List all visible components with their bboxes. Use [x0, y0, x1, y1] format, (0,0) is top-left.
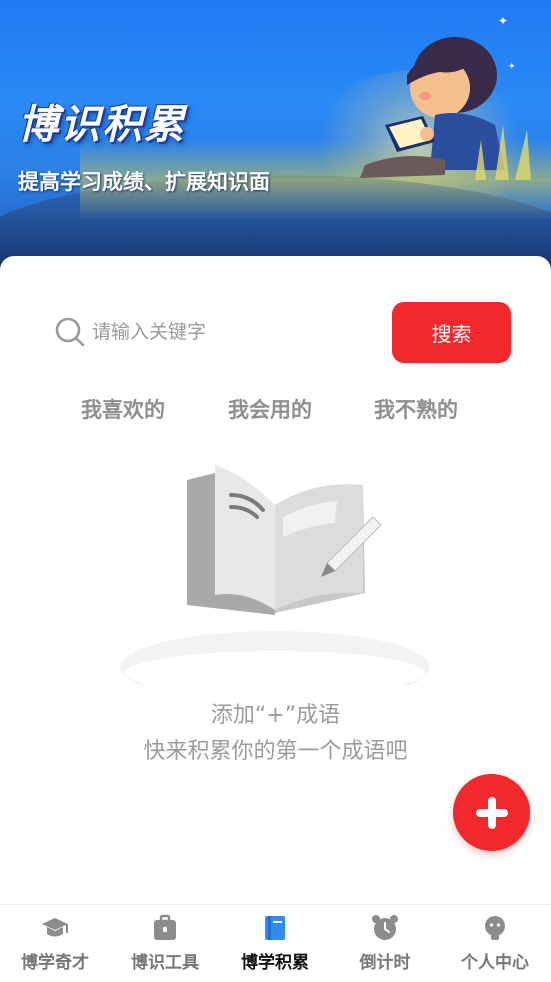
empty-book-illustration: [120, 465, 430, 685]
empty-state-title: 添加“+”成语: [210, 703, 341, 728]
search-button[interactable]: 搜索: [392, 302, 511, 363]
banner-subtitle: 提高学习成绩、扩展知识面: [18, 170, 270, 194]
search-input[interactable]: [92, 316, 382, 348]
nav-label: 博学奇才: [21, 953, 89, 973]
filter-tabs: 我喜欢的 我会用的 我不熟的: [0, 394, 551, 434]
add-idiom-button[interactable]: [453, 774, 530, 851]
nav-item-countdown[interactable]: 倒计时: [330, 905, 440, 982]
graduation-cap-icon: [42, 918, 68, 937]
nav-item-tools[interactable]: 博识工具: [110, 905, 220, 982]
nav-item-profile[interactable]: 个人中心: [440, 905, 550, 982]
toolbox-icon: [154, 914, 176, 940]
nav-label: 博识工具: [131, 953, 199, 973]
tab-unfamiliar[interactable]: 我不熟的: [374, 394, 458, 424]
user-icon: [485, 916, 505, 940]
bottom-nav: 博学奇才 博识工具 博学积累 倒计时 个人中心: [0, 904, 551, 982]
nav-label: 博学积累: [241, 953, 309, 973]
nav-label: 个人中心: [461, 953, 529, 973]
nav-item-scholar[interactable]: 博学奇才: [0, 905, 110, 982]
tab-liked[interactable]: 我喜欢的: [81, 394, 165, 424]
search-icon: [55, 317, 85, 347]
nav-label: 倒计时: [359, 953, 411, 973]
banner: ✦ ✦ 博识积累 提高学习成绩、扩展知识面: [0, 0, 551, 290]
book-icon: [265, 916, 285, 940]
tab-known[interactable]: 我会用的: [228, 394, 312, 424]
reading-child-illustration: [360, 37, 531, 180]
empty-state-subtitle: 快来积累你的第一个成语吧: [143, 739, 408, 764]
plus-icon: [475, 796, 508, 829]
alarm-clock-icon: [372, 915, 398, 940]
nav-item-accumulate[interactable]: 博学积累: [220, 905, 330, 982]
star-icon: ✦: [498, 14, 509, 28]
banner-title: 博识积累: [18, 102, 186, 148]
